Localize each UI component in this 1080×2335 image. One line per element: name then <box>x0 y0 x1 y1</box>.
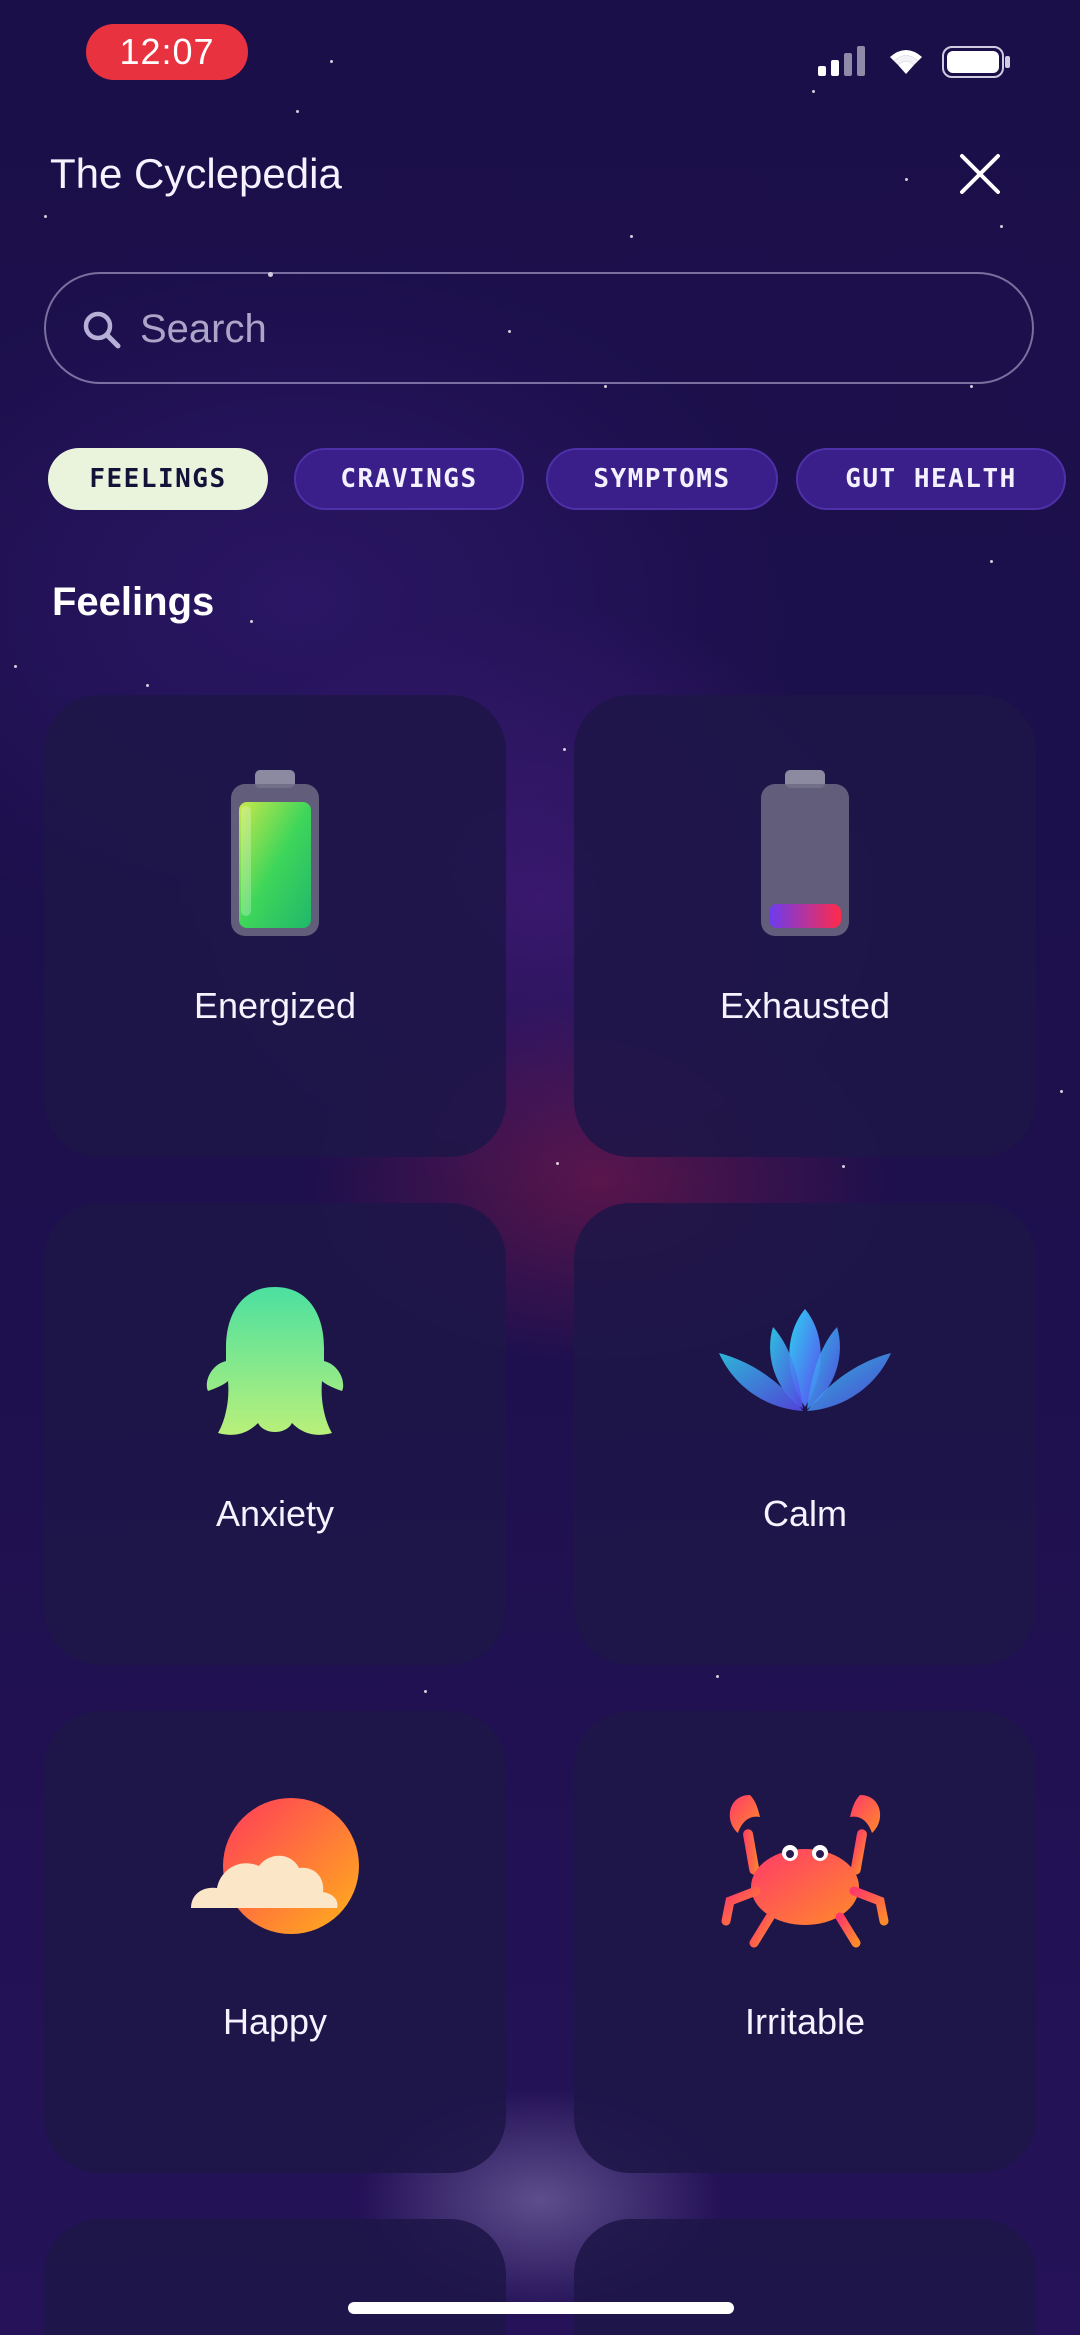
card-anxiety[interactable]: Anxiety <box>44 1203 506 1665</box>
card-partial-right[interactable] <box>574 2219 1036 2335</box>
tab-gut-health[interactable]: GUT HEALTH <box>796 448 1066 510</box>
wifi-icon <box>890 50 922 74</box>
card-label: Energized <box>193 985 357 1026</box>
page-title: The Cyclepedia <box>50 150 342 197</box>
tab-symptoms[interactable]: SYMPTOMS <box>546 448 778 510</box>
status-bar: 12:07 <box>0 0 1080 110</box>
card-label: Irritable <box>744 2001 866 2042</box>
search-bar[interactable] <box>44 272 1034 384</box>
battery-full-icon <box>231 770 319 936</box>
card-label: Calm <box>762 1493 847 1534</box>
status-time: 12:07 <box>86 24 248 80</box>
section-title: Feelings <box>52 580 215 624</box>
sun-cloud-icon <box>191 1798 359 1934</box>
search-icon <box>83 311 121 349</box>
card-irritable[interactable]: Irritable <box>574 1711 1036 2173</box>
close-icon[interactable] <box>954 148 1006 200</box>
tab-cravings[interactable]: CRAVINGS <box>294 448 524 510</box>
ghost-icon <box>206 1287 344 1435</box>
card-happy[interactable]: Happy <box>44 1711 506 2173</box>
card-calm[interactable]: Calm <box>574 1203 1036 1665</box>
card-energized[interactable]: Energized <box>44 695 506 1157</box>
card-exhausted[interactable]: Exhausted <box>574 695 1036 1157</box>
home-indicator[interactable] <box>348 2302 734 2314</box>
tab-feelings[interactable]: FEELINGS <box>48 448 268 510</box>
lotus-icon <box>719 1309 891 1411</box>
card-label: Exhausted <box>719 985 891 1026</box>
card-label: Anxiety <box>215 1493 335 1534</box>
crab-icon <box>721 1795 889 1948</box>
cellular-signal-icon <box>818 46 865 76</box>
search-input[interactable] <box>138 298 1002 360</box>
card-label: Happy <box>222 2001 328 2042</box>
battery-status-icon <box>942 46 1010 78</box>
battery-low-icon <box>761 770 849 936</box>
card-partial-left[interactable] <box>44 2219 506 2335</box>
category-tabs: FEELINGS CRAVINGS SYMPTOMS GUT HEALTH <box>48 448 1080 512</box>
